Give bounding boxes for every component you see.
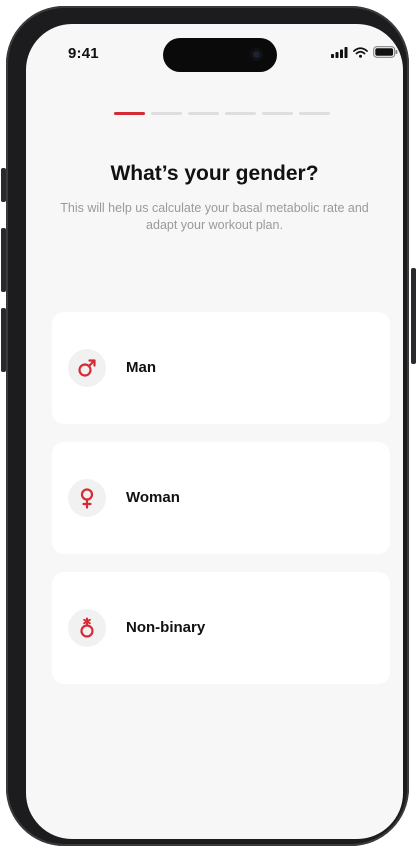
volume-down-button <box>1 308 6 372</box>
icon-circle <box>68 479 106 517</box>
option-non-binary[interactable]: Non-binary <box>52 572 390 684</box>
mute-switch <box>1 168 6 202</box>
progress-segment <box>114 112 145 115</box>
dynamic-island <box>163 38 277 72</box>
option-label: Non-binary <box>126 619 206 636</box>
power-button <box>411 268 416 364</box>
camera-icon <box>250 48 263 61</box>
progress-segment <box>299 112 330 115</box>
status-icons <box>331 46 398 58</box>
volume-up-button <box>1 228 6 292</box>
non-binary-symbol-icon <box>80 617 94 638</box>
screen: 9:41 What’s your gender? This will help … <box>26 24 403 839</box>
battery-icon <box>373 46 398 58</box>
option-label: Woman <box>126 489 180 506</box>
progress-segment <box>151 112 182 115</box>
page-title: What’s your gender? <box>110 162 319 185</box>
onboarding-progress <box>114 112 330 115</box>
option-man[interactable]: Man <box>52 312 390 424</box>
option-woman[interactable]: Woman <box>52 442 390 554</box>
male-symbol-icon <box>78 359 96 377</box>
progress-segment <box>225 112 256 115</box>
option-label: Man <box>126 359 156 376</box>
page-subtitle: This will help us calculate your basal m… <box>60 201 369 232</box>
progress-segment <box>188 112 219 115</box>
status-bar: 9:41 <box>26 24 403 78</box>
icon-circle <box>68 349 106 387</box>
status-time: 9:41 <box>68 45 99 62</box>
wifi-icon <box>353 46 368 58</box>
progress-segment <box>262 112 293 115</box>
phone-frame: 9:41 What’s your gender? This will help … <box>6 6 409 846</box>
icon-circle <box>68 609 106 647</box>
signal-icon <box>331 46 348 58</box>
female-symbol-icon <box>80 488 94 509</box>
